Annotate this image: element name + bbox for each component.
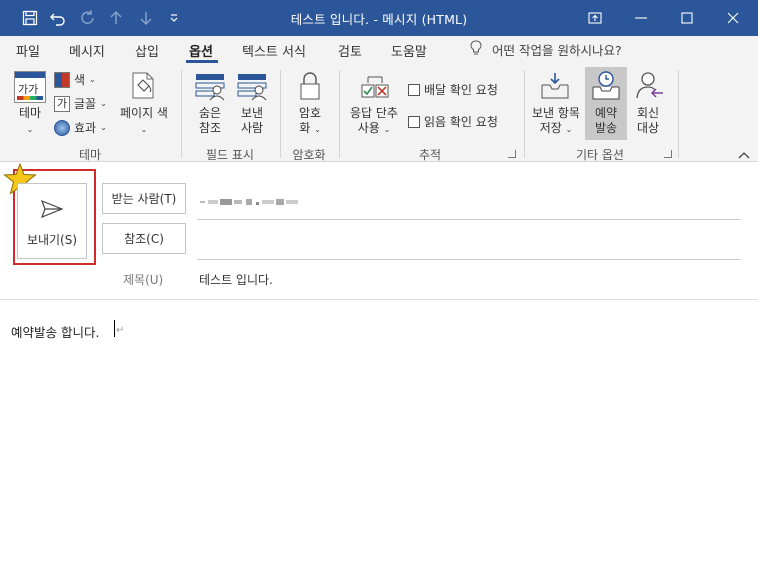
send-button[interactable]: 보내기(S) bbox=[17, 183, 87, 259]
bcc-icon[interactable] bbox=[195, 71, 225, 104]
group-divider bbox=[280, 70, 281, 158]
voting-button[interactable]: 응답 단추 사용 ⌄ bbox=[344, 106, 404, 137]
chevron-down-icon: ⌄ bbox=[100, 123, 107, 132]
tracking-group-label: 추적 bbox=[418, 148, 442, 162]
maximize-button[interactable] bbox=[664, 0, 710, 36]
delay-delivery-icon bbox=[591, 71, 621, 104]
paragraph-mark-icon: ↵ bbox=[116, 325, 125, 336]
checkbox-box bbox=[408, 83, 420, 96]
chevron-down-icon: ⌄ bbox=[314, 125, 321, 134]
to-button[interactable]: 받는 사람(T) bbox=[102, 183, 186, 214]
subject-input[interactable]: 테스트 입니다. bbox=[199, 271, 273, 288]
tab-file[interactable]: 파일 bbox=[16, 41, 40, 60]
group-divider bbox=[524, 70, 525, 158]
bcc-button[interactable]: 숨은 참조 bbox=[192, 106, 228, 136]
lightbulb-icon bbox=[470, 40, 482, 59]
active-tab-indicator bbox=[186, 60, 218, 63]
send-label: 보내기(S) bbox=[26, 233, 78, 247]
theme-group-label: 테마 bbox=[78, 148, 102, 162]
tab-format-text[interactable]: 텍스트 서식 bbox=[242, 41, 306, 60]
page-color-button[interactable]: 페이지 색 bbox=[114, 106, 174, 121]
direct-replies-button[interactable]: 회신 대상 bbox=[630, 106, 666, 136]
tracking-dialog-launcher-icon[interactable] bbox=[508, 150, 516, 158]
from-button[interactable]: 보낸 사람 bbox=[234, 106, 270, 136]
save-sent-icon[interactable] bbox=[540, 71, 570, 104]
tell-me-search[interactable]: 어떤 작업을 원하시나요? bbox=[470, 40, 622, 59]
checkbox-box bbox=[408, 115, 420, 128]
page-color-icon[interactable] bbox=[129, 71, 157, 104]
group-divider bbox=[678, 70, 679, 158]
colors-button[interactable]: 색 ⌄ bbox=[54, 71, 96, 88]
tell-me-text: 어떤 작업을 원하시나요? bbox=[492, 43, 622, 58]
group-divider bbox=[181, 70, 182, 158]
theme-icon[interactable]: 가가 bbox=[14, 71, 46, 103]
subject-label: 제목(U) bbox=[123, 273, 164, 287]
ribbon-display-icon[interactable] bbox=[572, 0, 618, 36]
ribbon: 가가 테마 ⌄ 색 ⌄ 가 글꼴 ⌄ 효과 ⌄ 페이지 색 ⌄ 테마 숨은 참조… bbox=[0, 64, 758, 162]
theme-button[interactable]: 테마 bbox=[14, 106, 46, 121]
tab-insert[interactable]: 삽입 bbox=[135, 41, 159, 60]
to-field-underline bbox=[197, 219, 740, 220]
cc-field-underline bbox=[197, 259, 740, 260]
title-bar: 테스트 입니다. - 메시지 (HTML) bbox=[0, 0, 758, 36]
tab-message[interactable]: 메시지 bbox=[69, 41, 105, 60]
encrypt-group-label: 암호화 bbox=[292, 148, 326, 162]
more-options-group-label: 기타 옵션 bbox=[576, 148, 624, 162]
collapse-ribbon-icon[interactable] bbox=[738, 148, 750, 162]
to-field[interactable] bbox=[197, 184, 740, 218]
save-sent-button[interactable]: 보낸 항목 저장 ⌄ bbox=[528, 106, 584, 137]
compose-header: 보내기(S) 받는 사람(T) 참조(C) 제목(U) 테스트 입니다. bbox=[0, 162, 758, 300]
message-body[interactable]: 예약발송 합니다. bbox=[11, 322, 99, 341]
chevron-down-icon: ⌄ bbox=[89, 75, 96, 84]
chevron-down-icon: ⌄ bbox=[565, 125, 573, 134]
colors-icon bbox=[54, 71, 70, 88]
chevron-down-icon: ⌄ bbox=[383, 125, 391, 134]
encrypt-button[interactable]: 암호 화 ⌄ bbox=[290, 106, 330, 137]
cc-field[interactable] bbox=[197, 224, 740, 258]
group-divider bbox=[339, 70, 340, 158]
cc-button[interactable]: 참조(C) bbox=[102, 223, 186, 254]
read-receipt-checkbox[interactable]: 읽음 확인 요청 bbox=[408, 113, 498, 130]
fonts-icon: 가 bbox=[54, 95, 70, 112]
tab-help[interactable]: 도움말 bbox=[391, 41, 427, 60]
page-color-dropdown-icon[interactable]: ⌄ bbox=[114, 122, 174, 137]
tab-options[interactable]: 옵션 bbox=[189, 41, 213, 60]
text-cursor bbox=[114, 320, 115, 337]
voting-icon[interactable] bbox=[360, 71, 390, 104]
lock-icon[interactable] bbox=[298, 71, 322, 104]
more-options-dialog-launcher-icon[interactable] bbox=[664, 150, 672, 158]
minimize-button[interactable] bbox=[618, 0, 664, 36]
fonts-button[interactable]: 가 글꼴 ⌄ bbox=[54, 95, 107, 112]
tab-review[interactable]: 검토 bbox=[338, 41, 362, 60]
chevron-down-icon: ⌄ bbox=[100, 99, 107, 108]
effects-icon bbox=[54, 119, 70, 136]
effects-button[interactable]: 효과 ⌄ bbox=[54, 119, 107, 136]
from-icon[interactable] bbox=[237, 71, 267, 104]
delay-delivery-label: 예약 발송 bbox=[594, 106, 618, 135]
fields-group-label: 필드 표시 bbox=[206, 148, 254, 162]
close-button[interactable] bbox=[710, 0, 756, 36]
delivery-receipt-checkbox[interactable]: 배달 확인 요청 bbox=[408, 81, 498, 98]
menu-bar: 파일 메시지 삽입 옵션 텍스트 서식 검토 도움말 어떤 작업을 원하시나요? bbox=[0, 36, 758, 64]
direct-replies-icon[interactable] bbox=[635, 71, 665, 104]
send-icon bbox=[40, 199, 64, 221]
theme-dropdown-icon[interactable]: ⌄ bbox=[14, 122, 46, 137]
